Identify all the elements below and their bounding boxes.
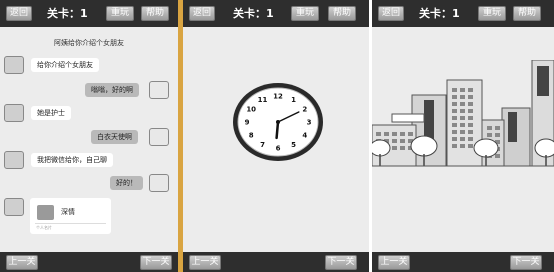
level-label: 关卡：1 <box>419 7 460 20</box>
contact-card[interactable]: 深情 个人名片 <box>30 198 111 234</box>
clock-number: 11 <box>258 96 268 104</box>
player-avatar-icon <box>149 174 169 192</box>
restart-button[interactable]: 重玩 <box>291 6 319 21</box>
help-button[interactable]: 帮助 <box>141 6 169 21</box>
aunt-avatar-icon <box>4 56 24 74</box>
clock-number: 12 <box>273 93 283 101</box>
clock-number: 8 <box>249 132 254 140</box>
level-label: 关卡：1 <box>233 7 274 20</box>
back-button[interactable]: 返回 <box>6 6 32 21</box>
player-avatar-icon <box>149 81 169 99</box>
restart-button[interactable]: 重玩 <box>106 6 134 21</box>
back-button[interactable]: 返回 <box>189 6 215 21</box>
wall-clock-icon[interactable]: 12 1234567891011 <box>232 82 324 162</box>
chat-message: 嗡嗡，好的啊 <box>85 83 139 97</box>
player-avatar-icon <box>149 128 169 146</box>
city-scene[interactable] <box>372 60 554 180</box>
chat-message: 我把微信给你，自己聊 <box>31 153 113 167</box>
clock-number: 9 <box>245 119 250 127</box>
next-level-button[interactable]: 下一关 <box>510 255 542 270</box>
aunt-avatar-icon <box>4 198 24 216</box>
chat-message: 给你介绍个女朋友 <box>31 58 99 72</box>
back-button[interactable]: 返回 <box>378 6 404 21</box>
clock-number: 2 <box>302 106 307 114</box>
chat-panel: 返回 关卡：1 重玩 帮助 阿姨给你介绍个女朋友 给你介绍个女朋友 嗡嗡，好的啊… <box>0 0 178 272</box>
contact-card-name: 深情 <box>61 208 75 216</box>
hour-hand <box>275 120 280 140</box>
building-sign <box>424 100 434 140</box>
contact-photo-icon <box>37 205 54 220</box>
building-sign <box>537 66 549 96</box>
top-bar: 返回 关卡：1 重玩 帮助 <box>372 0 554 27</box>
chat-message: 她是护士 <box>31 106 71 120</box>
clock-center <box>276 120 280 124</box>
building-sign <box>508 112 517 142</box>
bottom-bar: 上一关 下一关 <box>0 252 178 272</box>
prev-level-button[interactable]: 上一关 <box>6 255 38 270</box>
clock-number: 1 <box>291 96 296 104</box>
clock-number: 5 <box>291 141 296 149</box>
next-level-button[interactable]: 下一关 <box>140 255 172 270</box>
level-label: 关卡：1 <box>47 7 88 20</box>
aunt-avatar-icon <box>4 104 24 122</box>
help-button[interactable]: 帮助 <box>328 6 356 21</box>
restart-button[interactable]: 重玩 <box>478 6 506 21</box>
clock-number: 3 <box>307 119 312 127</box>
chat-title: 阿姨给你介绍个女朋友 <box>54 39 124 47</box>
prev-level-button[interactable]: 上一关 <box>189 255 221 270</box>
prev-level-button[interactable]: 上一关 <box>378 255 410 270</box>
chat-message: 白衣天使啊 <box>91 130 138 144</box>
contact-card-subtitle: 个人名片 <box>36 225 52 230</box>
clock-panel: 返回 关卡：1 重玩 帮助 12 1 2 3 4 5 6 7 8 9 10 11 上一关 下一关 <box>183 0 369 272</box>
next-level-button[interactable]: 下一关 <box>325 255 357 270</box>
aunt-avatar-icon <box>4 151 24 169</box>
clock-number: 6 <box>276 145 281 153</box>
building-sign <box>391 113 425 123</box>
clock-number: 10 <box>246 106 256 114</box>
clock-number: 7 <box>260 141 265 149</box>
clock-number: 4 <box>302 132 307 140</box>
help-button[interactable]: 帮助 <box>513 6 541 21</box>
bottom-bar: 上一关 下一关 <box>372 252 554 272</box>
bottom-bar: 上一关 下一关 <box>183 252 369 272</box>
city-panel: 返回 关卡：1 重玩 帮助 上一关 下一关 <box>372 0 554 272</box>
card-divider <box>35 223 106 224</box>
top-bar: 返回 关卡：1 重玩 帮助 <box>183 0 369 27</box>
chat-message: 好的！ <box>110 176 143 190</box>
top-bar: 返回 关卡：1 重玩 帮助 <box>0 0 178 27</box>
